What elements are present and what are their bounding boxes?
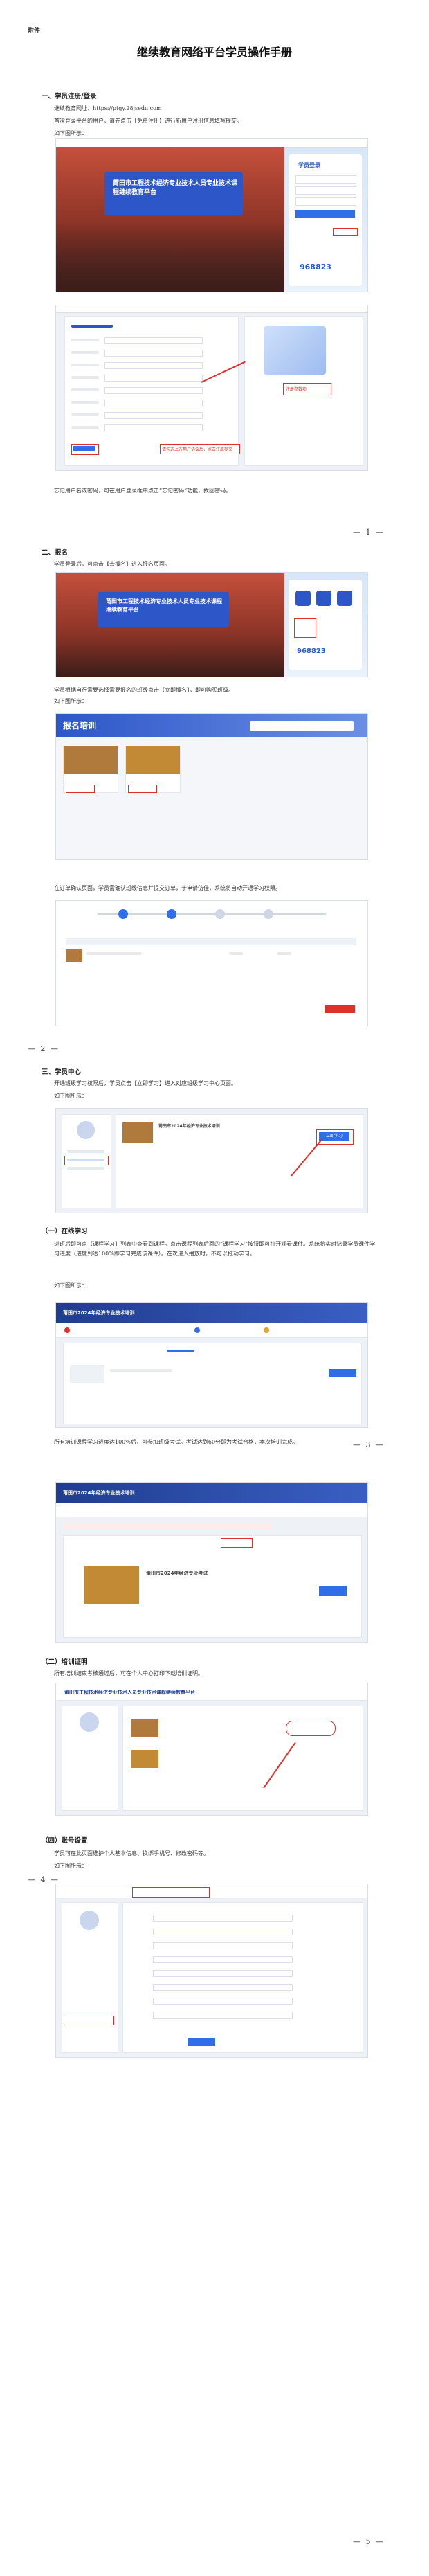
center-text-1: 开通班级学习权限后，学员点击【立即学习】进入对应班级学习中心页面。	[54, 1080, 237, 1086]
certificate-screenshot: 莆田市工程技术经济专业技术人员专业技术课程继续教育平台	[55, 1683, 368, 1816]
account-settings-screenshot	[55, 1884, 368, 2058]
page-number-3: — 3 —	[353, 1440, 385, 1449]
course-title: 莆田市2024年经济专业技术培训	[158, 1124, 220, 1129]
home-after-login-screenshot: 莆田市工程技术经济专业技术人员专业技术课程继续教育平台 968823	[55, 572, 368, 677]
sub-heading-online: （一）在线学习	[42, 1228, 88, 1235]
service-phone-2: 968823	[297, 647, 326, 655]
login-button[interactable]	[295, 210, 355, 218]
figure-caption: 如下图所示：	[54, 130, 87, 136]
signup-text-1: 学员登录后，可点击【去报名】进入报名页面。	[54, 561, 170, 567]
signup-text-3: 在订单确认页面，学员需确认班级信息并提交订单，于申请仿佳，系统将自动开通学习权限…	[54, 885, 281, 891]
account-menu-highlight[interactable]	[66, 2016, 114, 2025]
enroll-now-highlight-2[interactable]	[128, 785, 157, 793]
exam-screenshot: 莆田市2024年经济专业技术培训 莆田市2024年经济专业考试	[55, 1482, 368, 1643]
figure-caption-3: 如下图所示：	[54, 1093, 87, 1099]
class-list-screenshot: 报名培训	[55, 713, 368, 860]
login-page-screenshot: 莆田市工程技术经济专业技术人员专业技术课程继续教育平台 学员登录 968823	[55, 138, 368, 292]
certificate-text: 所有培训结束考核通过后，可在个人中心打印下载培训证明。	[54, 1670, 203, 1676]
figure-caption-5: 如下图所示：	[54, 1863, 87, 1869]
enroll-now-highlight-1[interactable]	[66, 785, 95, 793]
exam-title: 莆田市2024年经济专业考试	[146, 1571, 208, 1576]
page-number-1: — 1 —	[353, 528, 385, 537]
register-callout-text: 注册参数项	[286, 387, 307, 392]
submit-register-button[interactable]	[73, 446, 95, 451]
section-heading-center: 三、学员中心	[42, 1068, 82, 1076]
my-classes-highlight[interactable]	[64, 1156, 109, 1165]
account-form	[122, 1902, 363, 2053]
exam-text: 所有培训课程学习进度达100%后，可参加班级考试。考试达到60分即为考试合格，本…	[54, 1439, 299, 1445]
account-text: 学员可在此页面维护个人基本信息、换绑手机号、修改密码等。	[54, 1850, 209, 1857]
learn-now-highlight[interactable]	[316, 1129, 354, 1145]
site-url-text: 继续教育网址：https://ptgy.28jsedu.com	[54, 105, 162, 111]
order-confirm-screenshot	[55, 900, 368, 1026]
class-banner-title-2: 莆田市2024年经济专业技术培训	[63, 1490, 135, 1496]
banner-title-2: 莆田市工程技术经济专业技术人员专业技术课程继续教育平台	[106, 598, 222, 613]
page-number-5: — 5 —	[353, 2537, 385, 2546]
login-box-title: 学员登录	[298, 162, 320, 168]
save-account-button[interactable]	[188, 2038, 215, 2046]
class-banner-title: 莆田市2024年经济专业技术培训	[63, 1310, 135, 1316]
start-exam-button[interactable]	[319, 1586, 347, 1596]
signup-banner-label: 报名培训	[63, 721, 97, 731]
print-certificate-highlight[interactable]	[286, 1721, 336, 1736]
register-link-highlight[interactable]	[333, 228, 358, 236]
figure-caption-4: 如下图所示：	[54, 1282, 87, 1289]
service-phone: 968823	[300, 262, 331, 271]
page-number-2: — 2 —	[28, 1044, 60, 1053]
online-text: 进班后即可点【课程学习】列表中查看到课程。点击课程列表后面的“课程学习”按钮即可…	[54, 1241, 376, 1257]
section-heading-signup: 二、报名	[42, 549, 69, 557]
submit-order-button[interactable]	[325, 1005, 355, 1013]
go-signup-highlight[interactable]	[294, 618, 316, 638]
student-center-screenshot: 莆田市2024年经济专业技术培训 立即学习	[55, 1108, 368, 1213]
course-list-panel	[63, 1343, 362, 1424]
exam-tab-highlight[interactable]	[221, 1538, 253, 1548]
section-heading-login: 一、学员注册/登录	[42, 93, 97, 100]
document-title: 继续教育网络平台学员操作手册	[136, 46, 292, 59]
platform-title: 莆田市工程技术经济专业技术人员专业技术课程继续教育平台	[64, 1690, 195, 1695]
registration-form-screenshot: 注册参数项 请勾选上方用户协议后，点击注册提交	[55, 305, 368, 471]
attachment-label: 附件	[28, 28, 41, 35]
course-study-button[interactable]	[329, 1369, 356, 1377]
account-tabs-highlight[interactable]	[132, 1887, 210, 1898]
forgot-password-text: 忘记用户名或密码，可在用户登录框中点击“忘记密码”功能，找回密码。	[54, 488, 232, 494]
figure-caption-2: 如下图所示：	[54, 698, 87, 704]
register-text: 首次登录平台的用户，请先点击【免费注册】进行新用户注册信息填写提交。	[54, 118, 242, 124]
agree-tip: 请勾选上方用户协议后，点击注册提交	[160, 444, 240, 454]
signup-text-2: 学员根据自行需要选择需要报名的班级点击【立即报名】，即可购买班级。	[54, 687, 234, 693]
avatar	[77, 1121, 95, 1139]
course-list-screenshot: 莆田市2024年经济专业技术培训	[55, 1302, 368, 1428]
sub-heading-certificate: （二）培训证明	[42, 1658, 88, 1666]
banner-title: 莆田市工程技术经济专业技术人员专业技术课程继续教育平台	[113, 180, 238, 196]
sub-heading-account: （四）账号设置	[42, 1837, 88, 1845]
